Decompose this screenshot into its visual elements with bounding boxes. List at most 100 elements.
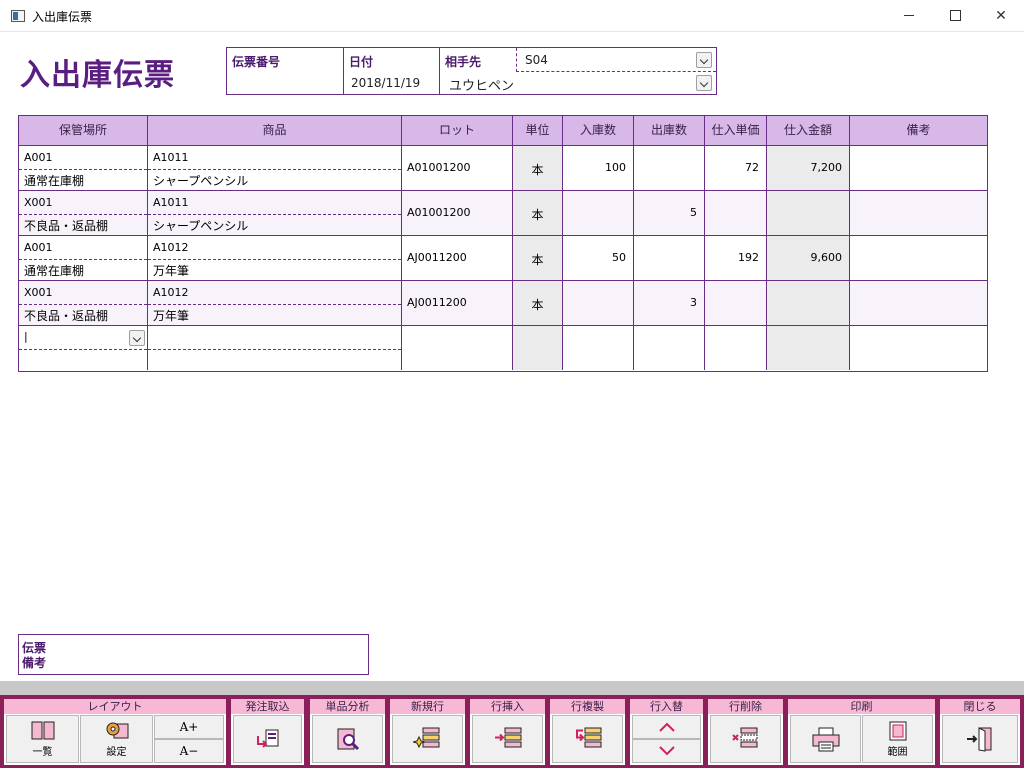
in-qty-cell[interactable]: 100 (563, 146, 634, 190)
print-range-button[interactable]: 範囲 (862, 715, 933, 763)
new-row-button[interactable] (392, 715, 463, 763)
lot-cell[interactable]: AJ0011200 (402, 281, 513, 325)
remark-label-line2: 備考 (22, 656, 47, 670)
partner-cell: 相手先 S04 ユウヒペン (440, 48, 716, 94)
lot-cell[interactable] (402, 326, 513, 370)
location-cell[interactable]: A001 通常在庫棚 (19, 236, 148, 280)
lot-cell[interactable]: A01001200 (402, 191, 513, 235)
location-dropdown-icon[interactable] (129, 330, 145, 346)
grid-header: 保管場所 商品 ロット 単位 入庫数 出庫数 仕入単価 仕入金額 備考 (19, 116, 987, 146)
location-cell[interactable]: | (19, 326, 148, 370)
settings-label: 設定 (106, 747, 127, 758)
move-row-up-button[interactable] (632, 715, 701, 739)
partner-name-combo[interactable]: ユウヒペン (440, 72, 716, 94)
out-qty-cell[interactable] (634, 236, 705, 280)
in-qty-cell[interactable] (563, 326, 634, 370)
out-qty-cell[interactable] (634, 146, 705, 190)
out-qty-cell[interactable]: 5 (634, 191, 705, 235)
partner-code-dropdown-icon[interactable] (696, 52, 712, 68)
new-entry-row[interactable]: | (19, 326, 987, 371)
status-strip (0, 681, 1024, 695)
unit-price-cell[interactable] (705, 326, 767, 370)
layout-group-label: レイアウト (4, 699, 226, 714)
partner-name-dropdown-icon[interactable] (696, 75, 712, 91)
unit-value: 本 (531, 298, 544, 312)
item-analysis-group: 単品分析 (310, 699, 385, 765)
out-qty-cell[interactable] (634, 326, 705, 370)
table-row[interactable]: A001 通常在庫棚 A1011 シャープペンシル A01001200 本 10… (19, 146, 987, 191)
item-cell[interactable]: A1011 シャープペンシル (148, 146, 402, 190)
in-qty-cell[interactable]: 50 (563, 236, 634, 280)
copy-row-icon (575, 727, 601, 748)
table-row[interactable]: X001 不良品・返品棚 A1012 万年筆 AJ0011200 本 3 (19, 281, 987, 326)
in-qty-cell[interactable] (563, 191, 634, 235)
gear-icon (106, 722, 128, 739)
in-qty-cell[interactable] (563, 281, 634, 325)
unit-price-cell[interactable] (705, 191, 767, 235)
col-in-qty: 入庫数 (563, 116, 634, 145)
lot-cell[interactable]: A01001200 (402, 146, 513, 190)
note-cell[interactable] (850, 281, 987, 325)
note-cell[interactable] (850, 191, 987, 235)
note-cell[interactable] (850, 236, 987, 280)
swap-row-group: 行入替 (630, 699, 703, 765)
order-import-button[interactable] (233, 715, 302, 763)
partner-code-combo[interactable]: S04 (516, 48, 716, 72)
note-cell[interactable] (850, 326, 987, 370)
unit-price-cell[interactable]: 192 (705, 236, 767, 280)
item-analysis-label: 単品分析 (310, 699, 385, 714)
lot-cell[interactable]: AJ0011200 (402, 236, 513, 280)
location-cell[interactable]: X001 不良品・返品棚 (19, 191, 148, 235)
list-view-icon (31, 721, 54, 740)
unit-cell: 本 (513, 281, 563, 325)
font-increase-label: A+ (179, 720, 199, 734)
close-window-button[interactable]: ✕ (978, 0, 1024, 31)
maximize-button[interactable] (932, 0, 978, 31)
date-cell[interactable]: 日付 2018/11/19 (344, 48, 440, 94)
unit-price-cell[interactable]: 72 (705, 146, 767, 190)
location-cell[interactable]: X001 不良品・返品棚 (19, 281, 148, 325)
table-row[interactable]: X001 不良品・返品棚 A1011 シャープペンシル A01001200 本 … (19, 191, 987, 236)
unit-cell: 本 (513, 236, 563, 280)
unit-price-cell[interactable] (705, 281, 767, 325)
note-cell[interactable] (850, 146, 987, 190)
item-cell[interactable]: A1012 万年筆 (148, 236, 402, 280)
table-row[interactable]: A001 通常在庫棚 A1012 万年筆 AJ0011200 本 50 192 … (19, 236, 987, 281)
item-cell[interactable]: A1011 シャープペンシル (148, 191, 402, 235)
location-cell[interactable]: A001 通常在庫棚 (19, 146, 148, 190)
close-button[interactable] (942, 715, 1018, 763)
copy-row-label: 行複製 (550, 699, 625, 714)
out-qty-cell[interactable]: 3 (634, 281, 705, 325)
out-qty-value: 3 (690, 296, 697, 309)
item-analysis-button[interactable] (312, 715, 383, 763)
font-increase-button[interactable]: A+ (154, 715, 224, 739)
location-code: X001 (24, 196, 53, 209)
print-button[interactable] (790, 715, 861, 763)
slip-no-label: 伝票番号 (232, 55, 281, 69)
amount-cell (767, 191, 850, 235)
unit-cell (513, 326, 563, 370)
delete-row-button[interactable] (710, 715, 781, 763)
amount-cell (767, 326, 850, 370)
move-row-down-button[interactable] (632, 739, 701, 763)
amount-cell: 9,600 (767, 236, 850, 280)
slip-no-cell[interactable]: 伝票番号 (227, 48, 344, 94)
copy-row-button[interactable] (552, 715, 623, 763)
item-cell[interactable] (148, 326, 402, 370)
date-value: 2018/11/19 (351, 76, 421, 90)
list-view-button[interactable]: 一覧 (6, 715, 79, 763)
location-name: 不良品・返品棚 (24, 309, 109, 323)
entry-grid: 保管場所 商品 ロット 単位 入庫数 出庫数 仕入単価 仕入金額 備考 A001… (18, 115, 988, 372)
item-cell[interactable]: A1012 万年筆 (148, 281, 402, 325)
in-qty-value: 50 (612, 251, 626, 264)
printer-icon (812, 727, 839, 752)
item-code: A1012 (153, 241, 189, 254)
partner-name-value: ユウヒペン (449, 79, 515, 94)
slip-header: 伝票番号 日付 2018/11/19 相手先 S04 ユウヒペン (226, 47, 717, 95)
settings-button[interactable]: 設定 (80, 715, 153, 763)
minimize-button[interactable] (886, 0, 932, 31)
insert-row-button[interactable] (472, 715, 543, 763)
location-combo[interactable]: | (21, 329, 145, 347)
font-decrease-button[interactable]: A− (154, 739, 224, 763)
slip-remark-field[interactable]: 伝票 備考 (18, 634, 369, 675)
